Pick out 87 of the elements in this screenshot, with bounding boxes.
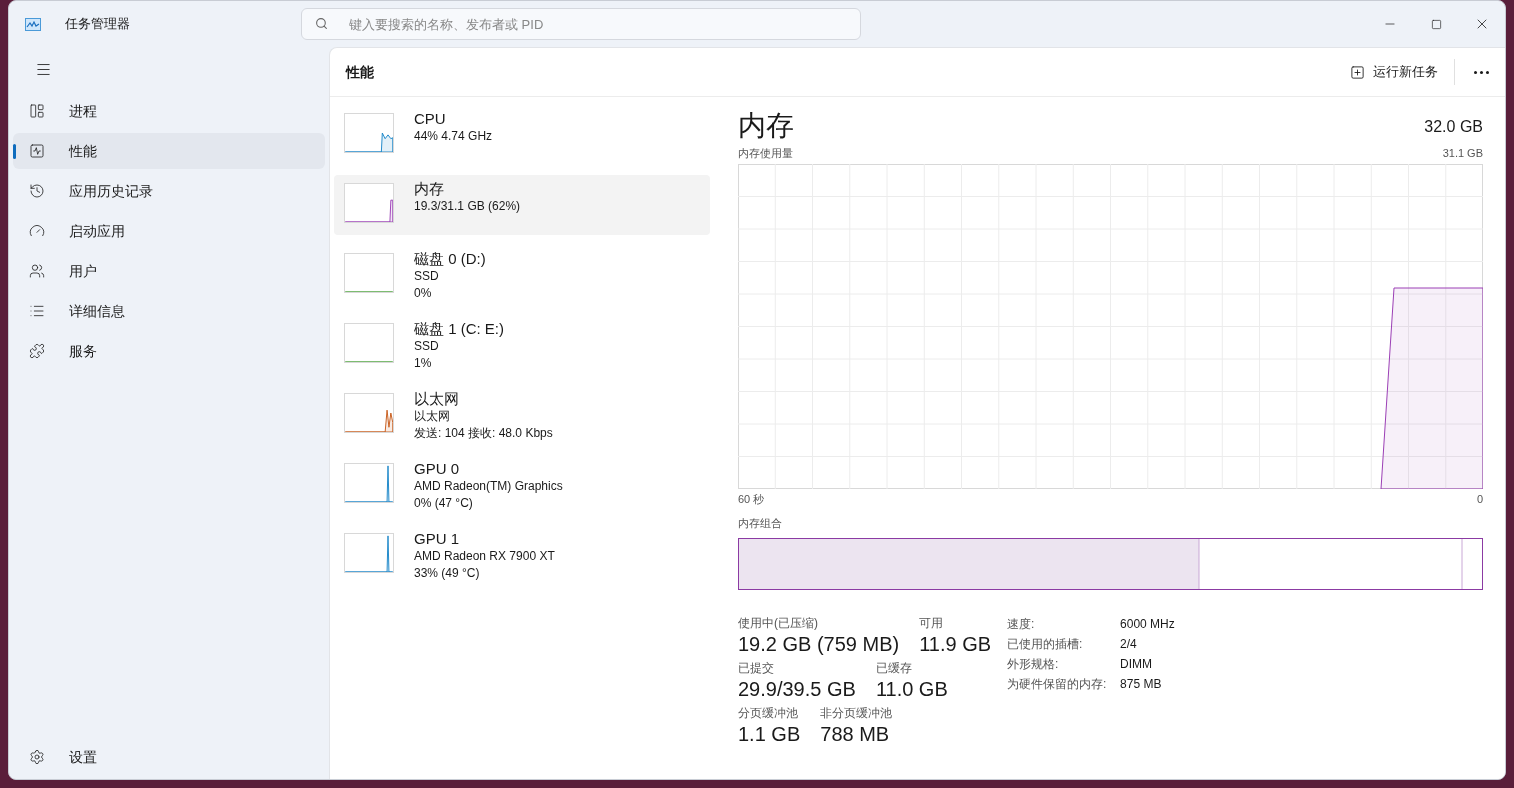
resource-item[interactable]: 内存 19.3/31.1 GB (62%) — [334, 175, 710, 235]
nav-label: 应用历史记录 — [69, 181, 153, 201]
graph-max: 31.1 GB — [1442, 146, 1483, 161]
nav-label: 启动应用 — [69, 221, 125, 241]
resource-detail: 0% — [414, 285, 433, 302]
gauge-icon — [29, 223, 45, 239]
resource-detail: 0% (47 °C) — [414, 495, 474, 512]
resource-item[interactable]: 以太网 以太网 发送: 104 接收: 48.0 Kbps — [334, 385, 710, 445]
resource-item[interactable]: CPU 44% 4.74 GHz — [334, 105, 710, 165]
resource-name: CPU — [414, 109, 447, 128]
selection-indicator — [13, 144, 16, 159]
nav-label: 用户 — [69, 261, 97, 281]
resource-name: GPU 1 — [414, 529, 460, 548]
app-icon — [25, 17, 41, 31]
nav-item[interactable]: 应用历史记录 — [13, 173, 325, 209]
memory-total: 32.0 GB — [1424, 117, 1483, 137]
search-field[interactable]: 键入要搜索的名称、发布者或 PID — [301, 8, 861, 40]
nav-label: 性能 — [69, 141, 97, 161]
window-title: 任务管理器 — [65, 15, 130, 34]
page-title: 性能 — [346, 62, 374, 82]
spec-value: 6000 MHz — [1120, 615, 1175, 632]
spec-label: 外形规格: — [1007, 655, 1060, 672]
stat-value: 788 MB — [820, 721, 891, 747]
stat-value: 11.0 GB — [875, 676, 948, 702]
resource-name: GPU 0 — [414, 459, 460, 478]
stat-value: 1.1 GB — [738, 721, 801, 747]
resource-item[interactable]: GPU 1 AMD Radeon RX 7900 XT 33% (49 °C) — [334, 525, 710, 585]
stat-value: 19.2 GB (759 MB) — [738, 631, 900, 657]
stat-label: 已缓存 — [875, 660, 913, 676]
resource-detail: SSD — [414, 268, 440, 285]
resource-name: 磁盘 1 (C: E:) — [414, 319, 504, 338]
nav-label: 详细信息 — [69, 301, 125, 321]
stat-value: 29.9/39.5 GB — [738, 676, 856, 702]
stat-value: 11.9 GB — [919, 631, 992, 657]
nav-item[interactable]: 启动应用 — [13, 213, 325, 249]
resource-name: 以太网 — [414, 389, 460, 408]
stat-label: 非分页缓冲池 — [820, 705, 893, 721]
spec-label: 速度: — [1007, 615, 1036, 632]
resource-detail: SSD — [414, 338, 440, 355]
resource-detail: 44% 4.74 GHz — [414, 128, 493, 145]
nav-item[interactable]: 服务 — [13, 333, 325, 369]
stat-label: 使用中(已压缩) — [738, 615, 819, 631]
settings-item[interactable]: 设置 — [13, 739, 325, 775]
resource-name: 内存 — [414, 179, 445, 198]
settings-icon — [29, 749, 45, 765]
nav-item[interactable]: 性能 — [13, 133, 325, 169]
resource-detail: 19.3/31.1 GB (62%) — [414, 198, 521, 215]
resource-item[interactable]: 磁盘 0 (D:) SSD 0% — [334, 245, 710, 305]
composition-label: 内存组合 — [738, 516, 783, 531]
activity-icon — [29, 143, 45, 159]
detail-title: 内存 — [738, 109, 794, 143]
search-icon — [315, 17, 328, 30]
graph-label: 内存使用量 — [738, 146, 793, 161]
stat-label: 分页缓冲池 — [738, 705, 799, 721]
resource-detail: 发送: 104 接收: 48.0 Kbps — [414, 425, 553, 442]
spec-value: 875 MB — [1120, 675, 1162, 692]
maximize-icon — [1430, 18, 1442, 30]
users-icon — [29, 263, 45, 279]
nav-item[interactable]: 详细信息 — [13, 293, 325, 329]
spec-value: 2/4 — [1120, 635, 1137, 652]
nav-label: 设置 — [69, 747, 97, 767]
panels-icon — [29, 103, 45, 119]
resource-detail: AMD Radeon RX 7900 XT — [414, 548, 555, 565]
resource-detail: 1% — [414, 355, 433, 372]
resource-detail: AMD Radeon(TM) Graphics — [414, 478, 563, 495]
stat-label: 已提交 — [738, 660, 775, 676]
resource-detail: 33% (49 °C) — [414, 565, 481, 582]
list-icon — [29, 303, 45, 319]
axis-start-label: 60 秒 — [738, 491, 765, 507]
nav-item[interactable]: 进程 — [13, 93, 325, 129]
puzzle-icon — [29, 343, 45, 359]
resource-item[interactable]: GPU 0 AMD Radeon(TM) Graphics 0% (47 °C) — [334, 455, 710, 515]
nav-label: 服务 — [69, 341, 97, 361]
resource-name: 磁盘 0 (D:) — [414, 249, 486, 268]
spec-label: 已使用的插槽: — [1007, 635, 1084, 652]
run-new-task-button[interactable]: 运行新任务 — [1342, 56, 1446, 88]
axis-end-label: 0 — [1476, 491, 1483, 507]
more-icon — [1473, 70, 1489, 74]
nav-label: 进程 — [69, 101, 97, 121]
resource-detail: 以太网 — [414, 408, 451, 425]
spec-label: 为硬件保留的内存: — [1007, 675, 1108, 692]
resource-item[interactable]: 磁盘 1 (C: E:) SSD 1% — [334, 315, 710, 375]
nav-item[interactable]: 用户 — [13, 253, 325, 289]
history-icon — [29, 183, 45, 199]
spec-value: DIMM — [1120, 655, 1153, 672]
add-task-icon — [1350, 64, 1365, 80]
stat-label: 可用 — [919, 615, 945, 631]
